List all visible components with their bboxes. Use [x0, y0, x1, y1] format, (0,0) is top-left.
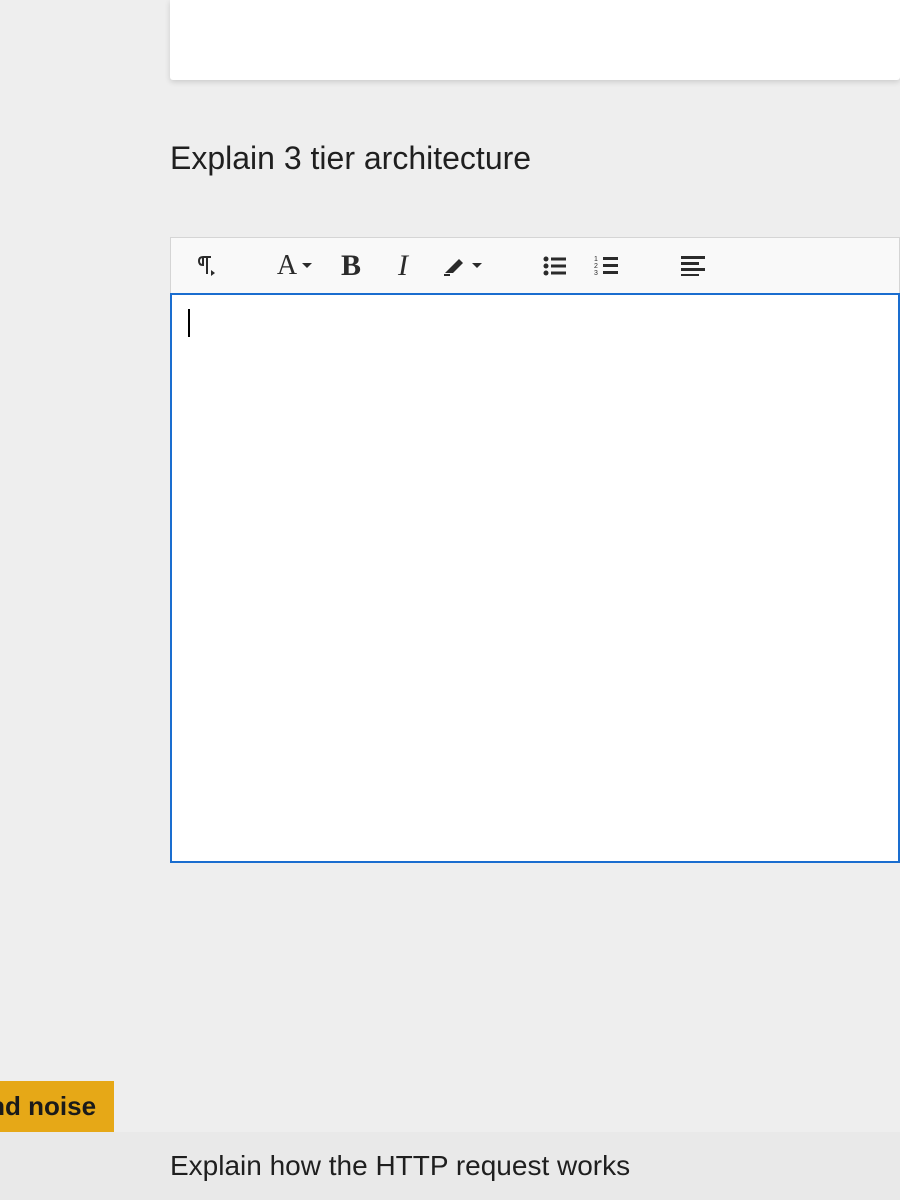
question-main: Explain 3 tier architecture A B [170, 140, 900, 863]
svg-text:2: 2 [594, 263, 598, 270]
svg-text:3: 3 [594, 270, 598, 277]
numbered-list-button[interactable]: 1 2 3 [581, 244, 633, 288]
question-block: d 50 Explain 3 tier architecture A [0, 140, 900, 863]
answer-editor[interactable] [170, 293, 900, 863]
question-side-info: d 50 [0, 140, 170, 258]
background-noise-banner[interactable]: ackground noise [0, 1081, 114, 1132]
status-fragment: vered [0, 1151, 170, 1182]
highlighter-icon [441, 255, 467, 277]
align-icon [681, 256, 705, 276]
chevron-down-icon [471, 262, 483, 270]
highlight-button[interactable] [429, 244, 495, 288]
banner-text: ackground noise [0, 1091, 96, 1121]
align-button[interactable] [667, 244, 719, 288]
chevron-down-icon [301, 262, 313, 270]
bottom-region: ackground noise vered Explain how the HT… [0, 1081, 900, 1200]
bullet-list-icon [542, 255, 568, 277]
bold-label: B [341, 249, 361, 283]
next-question-title: Explain how the HTTP request works [170, 1150, 630, 1182]
font-color-label: A [277, 250, 297, 282]
paragraph-direction-button[interactable] [179, 244, 231, 288]
bullet-list-button[interactable] [529, 244, 581, 288]
numbered-list-icon: 1 2 3 [594, 255, 620, 277]
italic-label: I [398, 249, 408, 283]
question-title: Explain 3 tier architecture [170, 140, 900, 177]
side-text-fragment: d [0, 168, 170, 200]
next-question-strip: vered Explain how the HTTP request works [0, 1132, 900, 1200]
previous-question-card [170, 0, 900, 80]
editor-toolbar: A B I [170, 237, 900, 293]
italic-button[interactable]: I [377, 244, 429, 288]
svg-text:1: 1 [594, 256, 598, 263]
font-color-button[interactable]: A [265, 244, 325, 288]
points-value: 50 [0, 226, 170, 258]
text-caret [188, 309, 190, 337]
bold-button[interactable]: B [325, 244, 377, 288]
